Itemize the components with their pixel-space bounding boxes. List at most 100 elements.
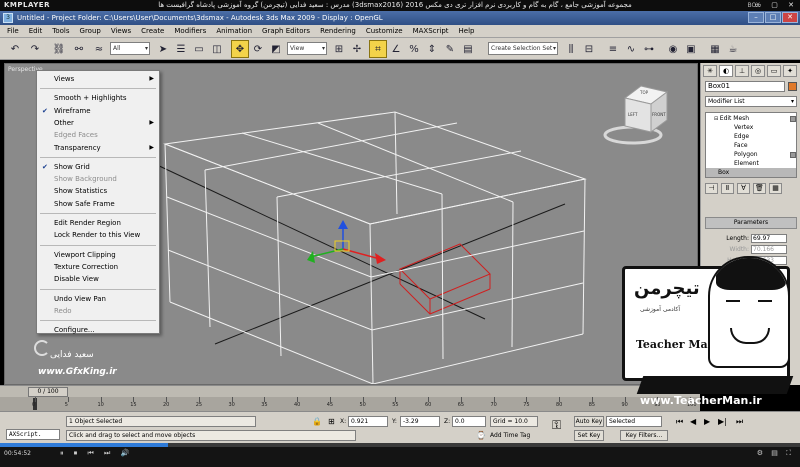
add-time-tag[interactable]: Add Time Tag (490, 430, 530, 441)
time-slider[interactable]: 0 / 100 (0, 385, 700, 397)
redo-icon[interactable]: ↷ (26, 40, 44, 58)
context-menu-item-configure[interactable]: Configure... (37, 324, 159, 336)
viewcube-left-label[interactable]: LEFT (628, 112, 637, 117)
context-menu-item-smooth-highlights[interactable]: Smooth + Highlights (37, 92, 159, 104)
selection-region-icon[interactable]: ▭ (190, 40, 208, 58)
schematic-view-icon[interactable]: ⊶ (640, 40, 658, 58)
layer-manager-icon[interactable]: ≡ (604, 40, 622, 58)
length-input[interactable]: 69.97 (751, 234, 787, 243)
remove-modifier-icon[interactable]: 🗑 (753, 183, 766, 194)
stack-item-edit-mesh[interactable]: ⊟ Edit Mesh (706, 114, 796, 123)
object-color-swatch[interactable] (788, 82, 797, 91)
go-to-start-icon[interactable]: ⏮ (676, 416, 683, 427)
bind-spacewarp-icon[interactable]: ≈ (90, 40, 108, 58)
select-and-move-icon[interactable]: ✥ (231, 40, 249, 58)
pivot-center-icon[interactable]: ⊞ (330, 40, 348, 58)
angle-snap-icon[interactable]: ∠ (387, 40, 405, 58)
window-crossing-icon[interactable]: ◫ (208, 40, 226, 58)
pin-stack-icon[interactable]: ⊣ (705, 183, 718, 194)
motion-tab-icon[interactable]: ◎ (751, 65, 765, 77)
z-coordinate-input[interactable]: 0.0 (452, 416, 486, 427)
menu-group[interactable]: Group (75, 25, 106, 38)
stack-item-box[interactable]: Box (706, 168, 796, 177)
player-window-controls[interactable]: ▭ ▢ ✕ (754, 1, 798, 9)
context-menu-item-wireframe[interactable]: ✔ Wireframe (37, 105, 159, 117)
menu-views[interactable]: Views (106, 25, 136, 38)
render-setup-icon[interactable]: ▣ (682, 40, 700, 58)
set-key-button[interactable]: Set Key (574, 430, 604, 441)
lock-selection-icon[interactable]: 🔒 (312, 416, 322, 427)
select-and-scale-icon[interactable]: ◩ (267, 40, 285, 58)
stack-item-element[interactable]: Element (706, 159, 796, 168)
player-settings-buttons[interactable]: ⚙ ▤ ⛶ (757, 449, 794, 458)
modifier-toggle[interactable] (790, 152, 796, 158)
unlink-icon[interactable]: ⚯ (70, 40, 88, 58)
stack-item-vertex[interactable]: Vertex (706, 123, 796, 132)
mirror-icon[interactable]: ⫼ (562, 40, 580, 58)
playback-progress[interactable] (0, 443, 800, 447)
create-tab-icon[interactable]: ✳ (703, 65, 717, 77)
render-frame-icon[interactable]: ▦ (706, 40, 724, 58)
menu-tools[interactable]: Tools (47, 25, 74, 38)
maximize-button[interactable]: □ (765, 12, 781, 23)
menu-edit[interactable]: Edit (24, 25, 48, 38)
y-coordinate-input[interactable]: -3.29 (400, 416, 440, 427)
play-icon[interactable]: ▶ (704, 416, 710, 427)
x-coordinate-input[interactable]: 0.921 (348, 416, 388, 427)
hierarchy-tab-icon[interactable]: ⊥ (735, 65, 749, 77)
align-icon[interactable]: ⊟ (580, 40, 598, 58)
minimize-button[interactable]: – (748, 12, 764, 23)
menu-graph-editors[interactable]: Graph Editors (257, 25, 315, 38)
close-button[interactable]: ✕ (782, 12, 798, 23)
next-frame-icon[interactable]: ▶| (718, 416, 727, 427)
context-menu-item-undo-view-pan[interactable]: Undo View Pan (37, 293, 159, 305)
context-menu-item-texture-correction[interactable]: Texture Correction (37, 261, 159, 273)
configure-sets-icon[interactable]: ▦ (769, 183, 782, 194)
material-editor-icon[interactable]: ◉ (664, 40, 682, 58)
track-bar[interactable]: 0 5 10 15 20 25 30 35 40 45 50 55 60 65 70 75 80 85 90 95 10… (0, 397, 700, 411)
stack-item-polygon[interactable]: Polygon (706, 150, 796, 159)
modifier-list-dropdown[interactable]: Modifier List (705, 96, 797, 107)
context-menu-item-other[interactable]: Other ▶ (37, 117, 159, 129)
stack-item-edge[interactable]: Edge (706, 132, 796, 141)
snap-toggle-icon[interactable]: ⌗ (369, 40, 387, 58)
key-mode-dropdown[interactable]: Selected (606, 416, 662, 427)
viewcube-front-label[interactable]: FRONT (652, 112, 666, 117)
menu-maxscript[interactable]: MAXScript (408, 25, 454, 38)
time-tag-icon[interactable]: ⌚ (476, 430, 486, 441)
curve-editor-icon[interactable]: ∿ (622, 40, 640, 58)
stack-item-face[interactable]: Face (706, 141, 796, 150)
key-filters-button[interactable]: Key Filters... (620, 430, 668, 441)
utilities-tab-icon[interactable]: ✦ (783, 65, 797, 77)
display-tab-icon[interactable]: ▭ (767, 65, 781, 77)
context-menu-item-edit-render-region[interactable]: Edit Render Region (37, 217, 159, 229)
menu-rendering[interactable]: Rendering (315, 25, 361, 38)
context-menu-item-transparency[interactable]: Transparency ▶ (37, 142, 159, 154)
maxscript-listener[interactable]: AXScript. (6, 429, 60, 440)
context-menu-item-lock-render-to-this-view[interactable]: Lock Render to this View (37, 229, 159, 241)
key-icon[interactable]: ⚿ (552, 419, 561, 431)
menu-animation[interactable]: Animation (211, 25, 257, 38)
context-menu-item-show-statistics[interactable]: Show Statistics (37, 185, 159, 197)
menu-file[interactable]: File (2, 25, 24, 38)
menu-help[interactable]: Help (454, 25, 480, 38)
edit-named-selection-icon[interactable]: ✎ (441, 40, 459, 58)
go-to-end-icon[interactable]: ⏭ (736, 416, 743, 427)
parameters-rollout[interactable]: Parameters (705, 217, 797, 229)
viewcube-top-label[interactable]: TOP (640, 90, 648, 95)
show-end-result-icon[interactable]: Ⅱ (721, 183, 734, 194)
spinner-snap-icon[interactable]: ⇕ (423, 40, 441, 58)
absolute-mode-icon[interactable]: ⊞ (328, 416, 335, 427)
context-menu-item-disable-view[interactable]: Disable View (37, 273, 159, 285)
selection-set-icon[interactable]: ▤ (459, 40, 477, 58)
menu-customize[interactable]: Customize (361, 25, 408, 38)
menu-modifiers[interactable]: Modifiers (169, 25, 211, 38)
context-menu-item-show-grid[interactable]: ✔ Show Grid (37, 161, 159, 173)
manipulate-icon[interactable]: ✢ (348, 40, 366, 58)
context-menu-item-viewport-clipping[interactable]: Viewport Clipping (37, 249, 159, 261)
link-icon[interactable]: ⛓ (50, 40, 68, 58)
selection-filter-dropdown[interactable]: All (110, 42, 150, 55)
width-input[interactable]: 70.166 (751, 245, 787, 254)
context-menu-item-views[interactable]: Views ▶ (37, 73, 159, 85)
undo-icon[interactable]: ↶ (6, 40, 24, 58)
